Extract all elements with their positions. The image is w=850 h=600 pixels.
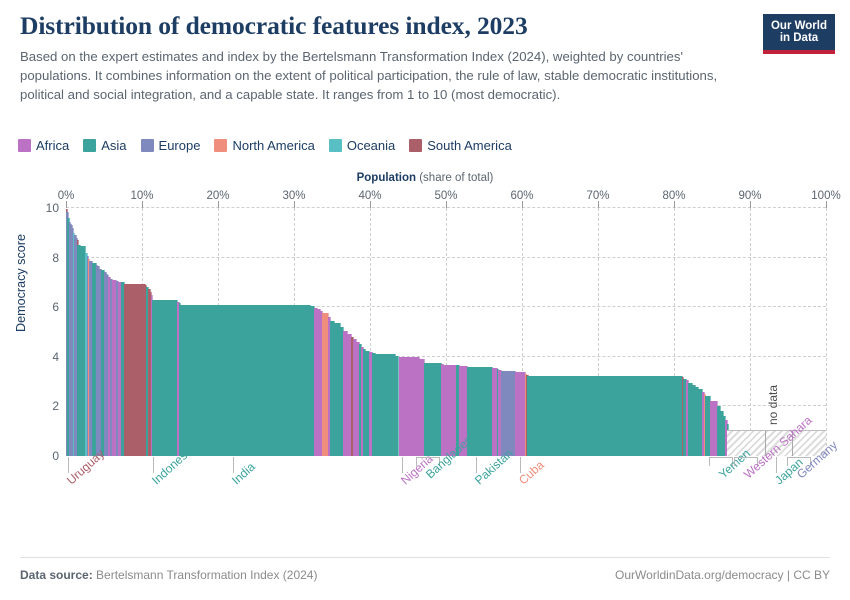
legend-swatch-icon — [83, 139, 97, 152]
bar[interactable] — [375, 354, 397, 456]
bar[interactable] — [180, 304, 311, 456]
legend-item-label: Oceania — [346, 138, 396, 153]
bar[interactable] — [501, 371, 517, 456]
country-tick — [775, 457, 777, 473]
x-tick-label: 100% — [811, 190, 841, 202]
legend-item-africa[interactable]: Africa — [18, 138, 69, 153]
bar[interactable] — [423, 363, 443, 456]
x-tick-label: 70% — [586, 190, 610, 202]
y-tick-label: 2 — [52, 399, 59, 414]
x-axis-title: Population (share of total) — [0, 172, 850, 184]
x-axis-title-bold: Population — [356, 172, 417, 184]
legend-swatch-icon — [140, 139, 154, 152]
owid-logo-line2: in Data — [779, 32, 819, 44]
legend-item-north-america[interactable]: North America — [214, 138, 315, 153]
x-tick-mark — [66, 201, 67, 208]
x-tick-mark — [522, 201, 523, 208]
x-tick-mark — [294, 201, 295, 208]
footer-attribution[interactable]: OurWorldinData.org/democracy | CC BY — [615, 568, 830, 582]
legend: Africa Asia Europe North America Oceania Sout… — [18, 138, 526, 153]
header: Distribution of democratic features inde… — [20, 11, 750, 104]
legend-item-asia[interactable]: Asia — [83, 138, 127, 153]
chart-root: Distribution of democratic features inde… — [0, 0, 850, 600]
x-tick-label: 50% — [434, 190, 458, 202]
x-tick-label: 40% — [358, 190, 382, 202]
x-tick-mark — [218, 201, 219, 208]
legend-item-europe[interactable]: Europe — [140, 138, 201, 153]
owid-logo-line1: Our World — [770, 19, 827, 32]
x-gridline — [826, 208, 827, 456]
legend-swatch-icon — [214, 139, 228, 152]
bar[interactable] — [527, 376, 683, 456]
x-tick-label: 30% — [282, 190, 306, 202]
legend-item-label: Africa — [36, 138, 70, 153]
x-tick-mark — [826, 201, 827, 208]
bar[interactable] — [398, 356, 421, 456]
y-tick-label: 8 — [52, 250, 59, 265]
x-gridline — [750, 208, 751, 456]
footer-source: Data source: Bertelsmann Transformation … — [20, 568, 317, 582]
chart-subtitle: Based on the expert estimates and index … — [20, 49, 718, 102]
y-tick-label: 6 — [52, 300, 59, 315]
x-tick-mark — [142, 201, 143, 208]
x-tick-mark — [446, 201, 447, 208]
legend-item-label: Asia — [101, 138, 127, 153]
x-tick-label: 20% — [206, 190, 230, 202]
country-tick — [401, 457, 403, 473]
x-tick-label: 10% — [130, 190, 154, 202]
x-tick-label: 80% — [662, 190, 686, 202]
plot-area: 0 2 4 6 8 10 0% 10% 20% 30% 40% 50% 60% 70% 80% 90% 100%… — [46, 190, 841, 463]
legend-swatch-icon — [18, 139, 31, 152]
y-tick-label: 4 — [52, 349, 59, 364]
legend-item-label: South America — [427, 138, 512, 153]
x-tick-mark — [674, 201, 675, 208]
bar[interactable] — [124, 284, 146, 456]
legend-item-south-america[interactable]: South America — [409, 138, 512, 153]
x-tick-label: 60% — [510, 190, 534, 202]
y-tick-label: 0 — [52, 449, 59, 463]
x-axis-title-rest: (share of total) — [416, 172, 494, 184]
bar[interactable] — [152, 299, 177, 456]
legend-item-label: North America — [232, 138, 315, 153]
owid-logo[interactable]: Our World in Data — [763, 14, 835, 54]
footer-source-value: Bertelsmann Transformation Index (2024) — [92, 568, 318, 582]
legend-swatch-icon — [328, 139, 342, 152]
legend-swatch-icon — [409, 139, 423, 152]
country-tick — [152, 457, 154, 473]
y-tick-label: 10 — [45, 201, 59, 215]
legend-item-label: Europe — [158, 138, 201, 153]
legend-item-oceania[interactable]: Oceania — [328, 138, 396, 153]
x-tick-mark — [598, 201, 599, 208]
x-tick-mark — [750, 201, 751, 208]
no-data-label: no data — [766, 385, 781, 426]
country-label-axis: Uruguay Indonesia India Nigeria Bangladesh Pa… — [64, 413, 840, 552]
x-tick-label: 90% — [738, 190, 762, 202]
x-tick-label: 0% — [57, 190, 75, 202]
footer-divider — [20, 557, 830, 558]
footer-source-label: Data source: — [20, 568, 93, 582]
x-tick-mark — [370, 201, 371, 208]
page-title: Distribution of democratic features inde… — [20, 11, 528, 40]
y-axis-title: Democracy score — [14, 234, 28, 332]
